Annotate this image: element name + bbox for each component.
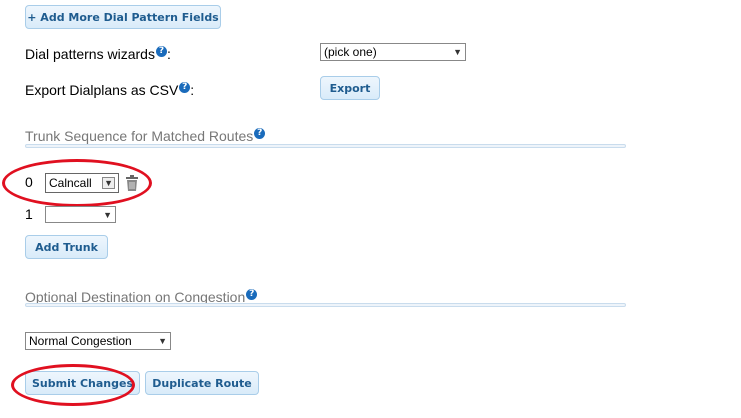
add-more-dial-pattern-button[interactable]: + Add More Dial Pattern Fields [25,5,221,29]
chevron-down-icon: ▼ [103,209,112,220]
help-icon[interactable]: ? [254,128,266,139]
export-dialplans-label: Export Dialplans as CSV?: [25,82,195,98]
duplicate-route-button[interactable]: Duplicate Route [145,371,259,395]
section-divider [25,144,626,148]
annotation-ellipse-trunk [2,159,152,207]
help-icon[interactable]: ? [179,82,191,93]
trunk-sequence-section-title: Trunk Sequence for Matched Routes? [25,128,266,144]
help-icon[interactable]: ? [155,46,167,57]
help-icon[interactable]: ? [246,289,258,300]
annotation-ellipse-submit [11,364,135,406]
trunk-index-1: 1 [25,206,33,222]
trunk-select-1[interactable]: ▼ [45,206,116,223]
chevron-down-icon: ▼ [158,336,167,346]
dial-patterns-wizards-label: Dial patterns wizards?: [25,46,171,62]
export-button[interactable]: Export [320,76,380,100]
add-trunk-button[interactable]: Add Trunk [25,235,108,259]
section-divider [25,303,626,307]
chevron-down-icon: ▼ [453,47,462,57]
dial-patterns-wizard-select[interactable]: (pick one) ▼ [320,43,466,61]
congestion-destination-select[interactable]: Normal Congestion ▼ [25,332,171,350]
